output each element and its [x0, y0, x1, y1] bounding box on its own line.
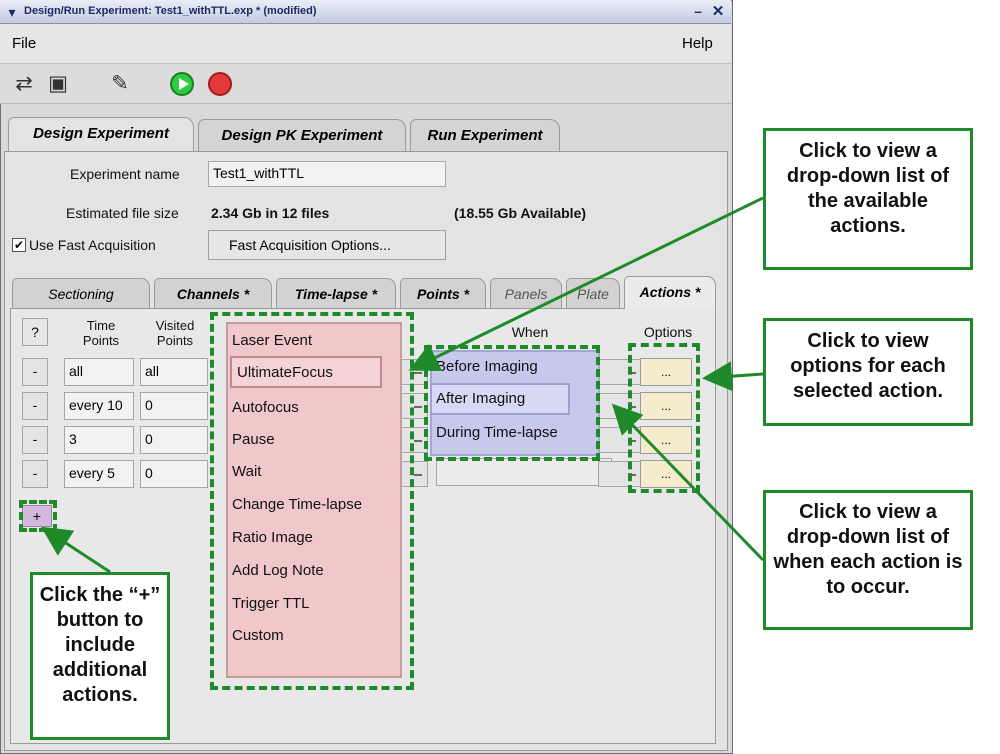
- callout-when: Click to view a drop-down list of when e…: [763, 490, 973, 630]
- arrow-to-action-dropdown: [408, 196, 764, 371]
- callout-add: Click the “+” button to include addition…: [30, 572, 170, 740]
- callout-actions: Click to view a drop-down list of the av…: [763, 128, 973, 270]
- arrow-to-options: [702, 361, 764, 392]
- arrow-to-add-button: [40, 526, 111, 574]
- callout-options: Click to view options for each selected …: [763, 318, 973, 426]
- arrow-to-when-dropdown: [611, 403, 765, 562]
